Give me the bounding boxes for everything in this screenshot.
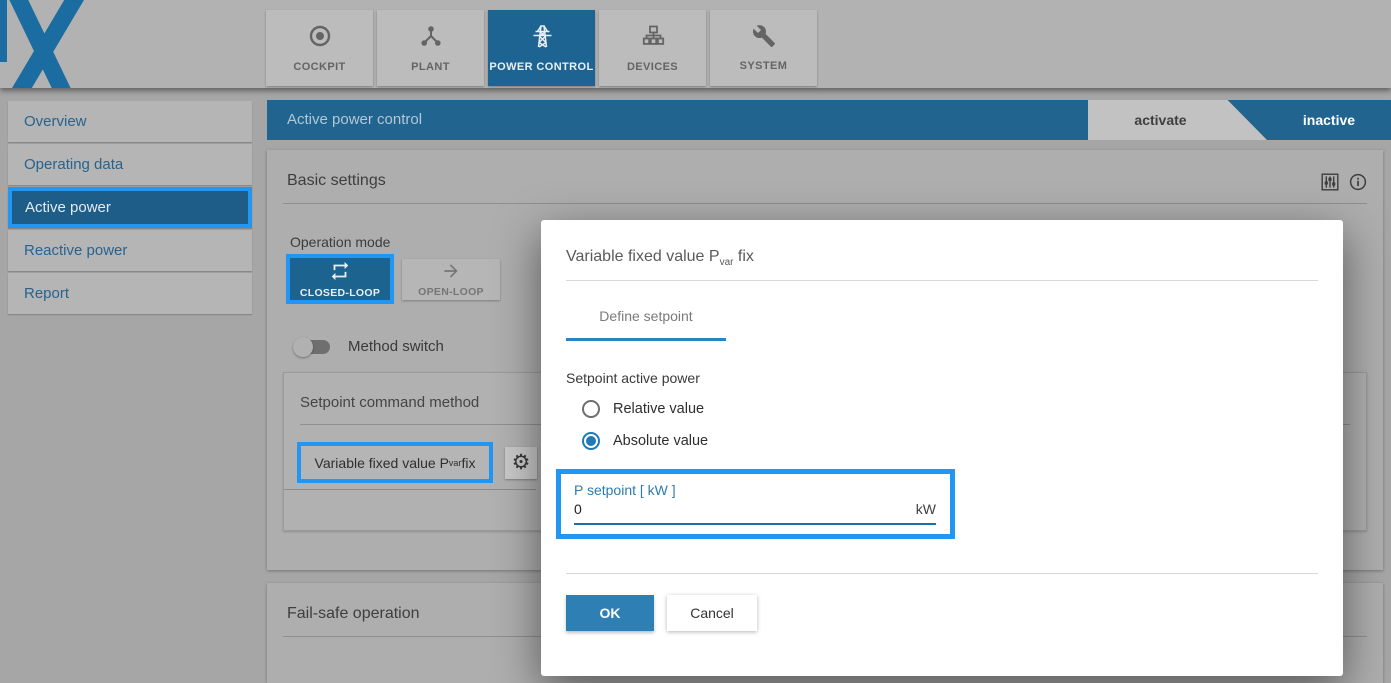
setpoint-dialog: Variable fixed value Pvar fix Define set… — [541, 220, 1343, 676]
divider — [566, 573, 1318, 574]
activate-tab-label: activate — [1134, 112, 1186, 128]
sidebar-item-label: Reactive power — [24, 242, 127, 259]
page-title: Active power control — [287, 100, 422, 140]
divider — [566, 280, 1318, 281]
main-nav: COCKPIT PLANT — [266, 10, 817, 86]
setpoint-method-select[interactable]: Variable fixed value Pvar fix — [297, 442, 493, 483]
method-label: Variable fixed value P — [315, 455, 449, 471]
open-loop-button[interactable]: OPEN-LOOP — [402, 259, 500, 300]
divider — [283, 203, 1367, 204]
nav-label: POWER CONTROL — [489, 61, 593, 73]
devices-sitemap-icon — [640, 23, 666, 54]
method-label-sub: var — [449, 458, 462, 468]
basic-settings-title: Basic settings — [267, 150, 1383, 203]
nav-tab-devices[interactable]: DEVICES — [599, 10, 706, 86]
radio-relative-value[interactable]: Relative value — [582, 400, 1318, 418]
nav-tab-power-control[interactable]: POWER CONTROL — [488, 10, 595, 86]
radio-selected-icon — [582, 432, 600, 450]
sidebar-item-reactive-power[interactable]: Reactive power — [8, 230, 252, 271]
power-tower-icon — [529, 23, 555, 54]
setpoint-group-label: Setpoint active power — [566, 370, 1318, 386]
p-setpoint-value: 0 — [574, 501, 582, 517]
radio-label: Absolute value — [613, 433, 708, 449]
dialog-title: Variable fixed value Pvar fix — [566, 220, 1318, 268]
sidebar-item-label: Active power — [25, 199, 111, 216]
top-bar: COCKPIT PLANT — [0, 0, 1391, 88]
method-switch-label: Method switch — [348, 338, 444, 355]
sidebar-item-label: Overview — [24, 113, 87, 130]
nav-tab-plant[interactable]: PLANT — [377, 10, 484, 86]
gear-icon[interactable]: ⚙ — [505, 447, 537, 479]
p-setpoint-label: P setpoint [ kW ] — [574, 482, 950, 498]
ok-button[interactable]: OK — [566, 595, 654, 631]
closed-loop-label: CLOSED-LOOP — [300, 287, 380, 299]
sidebar-item-active-power[interactable]: Active power — [8, 187, 252, 228]
plant-hub-icon — [418, 23, 444, 54]
inactive-tab[interactable]: inactive — [1267, 100, 1391, 140]
closed-loop-button[interactable]: CLOSED-LOOP — [286, 254, 394, 304]
app-logo — [0, 0, 110, 88]
activate-tab[interactable]: activate — [1088, 100, 1267, 140]
cancel-button[interactable]: Cancel — [667, 595, 757, 631]
nav-tab-cockpit[interactable]: COCKPIT — [266, 10, 373, 86]
wrench-icon — [752, 24, 776, 53]
info-icon[interactable] — [1349, 173, 1367, 191]
radio-absolute-value[interactable]: Absolute value — [582, 432, 1318, 450]
sidebar-item-label: Report — [24, 285, 69, 302]
cockpit-target-icon — [307, 23, 333, 54]
method-switch-toggle[interactable] — [296, 340, 330, 354]
arrow-right-icon — [441, 261, 461, 284]
repeat-loop-icon — [329, 260, 351, 285]
p-setpoint-highlight-box: P setpoint [ kW ] 0 kW — [556, 469, 955, 539]
nav-tab-system[interactable]: SYSTEM — [710, 10, 817, 86]
tune-icon[interactable] — [1321, 173, 1339, 191]
radio-label: Relative value — [613, 401, 704, 417]
nav-label: COCKPIT — [293, 61, 345, 73]
inactive-tab-label: inactive — [1303, 112, 1355, 128]
nav-label: SYSTEM — [740, 60, 788, 72]
radio-unselected-icon — [582, 400, 600, 418]
tab-define-setpoint[interactable]: Define setpoint — [566, 308, 726, 341]
open-loop-label: OPEN-LOOP — [418, 286, 484, 298]
sidebar-item-operating-data[interactable]: Operating data — [8, 144, 252, 185]
sidebar-item-report[interactable]: Report — [8, 273, 252, 314]
nav-label: DEVICES — [627, 61, 678, 73]
divider — [284, 489, 536, 490]
sidebar-item-overview[interactable]: Overview — [8, 101, 252, 142]
section-header-bar: Active power control activate inactive — [267, 100, 1391, 140]
p-setpoint-unit: kW — [916, 501, 936, 517]
toggle-thumb — [293, 337, 313, 357]
nav-label: PLANT — [411, 61, 450, 73]
operation-mode-label: Operation mode — [290, 234, 390, 250]
p-setpoint-input[interactable]: 0 kW — [574, 501, 936, 525]
method-label-suffix: fix — [461, 455, 475, 471]
sidebar-item-label: Operating data — [24, 156, 123, 173]
